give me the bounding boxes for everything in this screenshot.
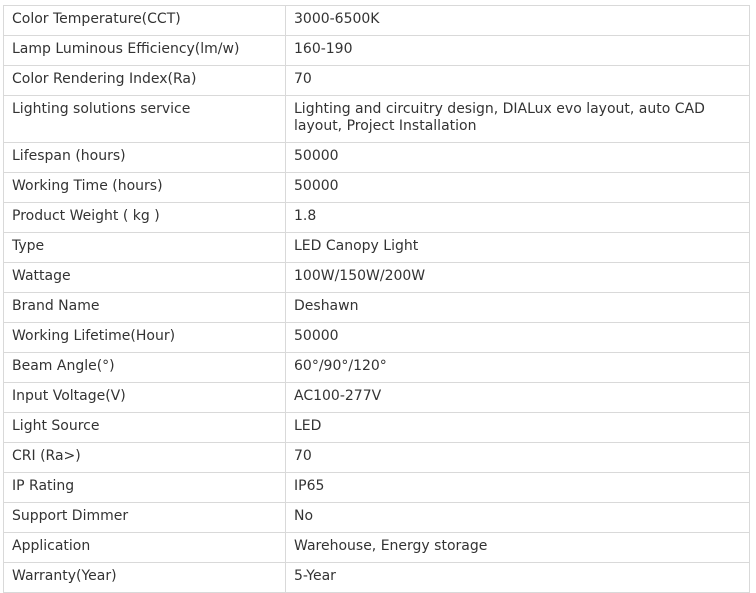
- spec-label: Light Source: [3, 412, 286, 443]
- spec-value: 70: [285, 442, 750, 473]
- table-row: Application Warehouse, Energy storage: [3, 532, 750, 563]
- spec-value: 160-190: [285, 35, 750, 66]
- spec-value: Lighting and circuitry design, DIALux ev…: [285, 95, 750, 143]
- table-row: Lamp Luminous Efficiency(lm/w) 160-190: [3, 35, 750, 66]
- spec-label: IP Rating: [3, 472, 286, 503]
- spec-value: IP65: [285, 472, 750, 503]
- spec-label: Wattage: [3, 262, 286, 293]
- spec-value: No: [285, 502, 750, 533]
- spec-value: Deshawn: [285, 292, 750, 323]
- spec-label: Input Voltage(V): [3, 382, 286, 413]
- spec-label: Warranty(Year): [3, 562, 286, 593]
- spec-label: Type: [3, 232, 286, 263]
- table-row: CRI (Ra>) 70: [3, 442, 750, 473]
- spec-label: Beam Angle(°): [3, 352, 286, 383]
- table-row: Type LED Canopy Light: [3, 232, 750, 263]
- spec-label: Lifespan (hours): [3, 142, 286, 173]
- spec-value: LED: [285, 412, 750, 443]
- table-row: Working Lifetime(Hour) 50000: [3, 322, 750, 353]
- table-row: Support Dimmer No: [3, 502, 750, 533]
- table-row: IP Rating IP65: [3, 472, 750, 503]
- table-row: Beam Angle(°) 60°/90°/120°: [3, 352, 750, 383]
- table-row: Warranty(Year) 5-Year: [3, 562, 750, 593]
- spec-label: Lighting solutions service: [3, 95, 286, 143]
- spec-value: 50000: [285, 142, 750, 173]
- spec-value: Warehouse, Energy storage: [285, 532, 750, 563]
- spec-label: Working Lifetime(Hour): [3, 322, 286, 353]
- table-row: Brand Name Deshawn: [3, 292, 750, 323]
- table-row: Working Time (hours) 50000: [3, 172, 750, 203]
- table-row: Lifespan (hours) 50000: [3, 142, 750, 173]
- spec-label: Working Time (hours): [3, 172, 286, 203]
- table-row: Wattage 100W/150W/200W: [3, 262, 750, 293]
- table-row: Light Source LED: [3, 412, 750, 443]
- spec-value: 100W/150W/200W: [285, 262, 750, 293]
- spec-value: 1.8: [285, 202, 750, 233]
- spec-value: 70: [285, 65, 750, 96]
- spec-value: 3000-6500K: [285, 5, 750, 36]
- spec-table-body: Color Temperature(CCT) 3000-6500K Lamp L…: [3, 5, 750, 593]
- product-spec-table: Color Temperature(CCT) 3000-6500K Lamp L…: [3, 5, 750, 593]
- spec-label: Lamp Luminous Efficiency(lm/w): [3, 35, 286, 66]
- spec-label: Product Weight ( kg ): [3, 202, 286, 233]
- spec-value: 60°/90°/120°: [285, 352, 750, 383]
- spec-label: CRI (Ra>): [3, 442, 286, 473]
- spec-value: LED Canopy Light: [285, 232, 750, 263]
- spec-value: 50000: [285, 172, 750, 203]
- spec-label: Brand Name: [3, 292, 286, 323]
- spec-label: Application: [3, 532, 286, 563]
- spec-label: Color Temperature(CCT): [3, 5, 286, 36]
- table-row: Lighting solutions service Lighting and …: [3, 95, 750, 143]
- table-row: Color Rendering Index(Ra) 70: [3, 65, 750, 96]
- table-row: Input Voltage(V) AC100-277V: [3, 382, 750, 413]
- table-row: Color Temperature(CCT) 3000-6500K: [3, 5, 750, 36]
- spec-value: AC100-277V: [285, 382, 750, 413]
- table-row: Product Weight ( kg ) 1.8: [3, 202, 750, 233]
- spec-label: Support Dimmer: [3, 502, 286, 533]
- spec-value: 50000: [285, 322, 750, 353]
- spec-value: 5-Year: [285, 562, 750, 593]
- spec-label: Color Rendering Index(Ra): [3, 65, 286, 96]
